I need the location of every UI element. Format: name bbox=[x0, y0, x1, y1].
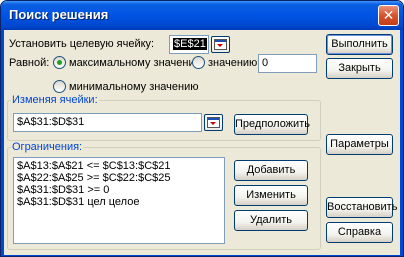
target-ref-button[interactable] bbox=[211, 36, 230, 53]
constraint-item[interactable]: $A$31:$D$31 цел целое bbox=[17, 196, 221, 208]
reset-button[interactable]: Восстановить bbox=[326, 197, 397, 218]
min-radio-label: минимальному значению bbox=[69, 81, 199, 93]
delete-constraint-button[interactable]: Удалить bbox=[234, 210, 308, 231]
value-radio[interactable] bbox=[192, 56, 205, 69]
equal-to-label: Равной: bbox=[9, 57, 50, 69]
window-title: Поиск решения bbox=[9, 7, 109, 22]
constraints-list[interactable]: $A$13:$A$21 <= $C$13:$C$21 $A$22:$A$25 >… bbox=[13, 157, 225, 244]
constraint-item[interactable]: $A$13:$A$21 <= $C$13:$C$21 bbox=[17, 160, 221, 172]
target-cell-value: $E$21 bbox=[173, 38, 207, 50]
window-border-right bbox=[400, 30, 403, 256]
close-button[interactable]: Закрыть bbox=[326, 58, 393, 79]
ref-collapse-icon bbox=[214, 39, 227, 50]
close-icon[interactable]: ✕ bbox=[378, 5, 399, 26]
changing-cells-input[interactable]: $A$31:$D$31 bbox=[13, 113, 202, 132]
changing-ref-button[interactable] bbox=[204, 114, 223, 131]
target-cell-input[interactable]: $E$21 bbox=[169, 35, 209, 54]
change-constraint-button[interactable]: Изменить bbox=[234, 185, 308, 206]
max-radio-label: максимальному значению bbox=[69, 57, 203, 69]
constraints-title: Ограничения: bbox=[11, 141, 84, 153]
min-radio[interactable] bbox=[53, 80, 66, 93]
options-button[interactable]: Параметры bbox=[326, 134, 393, 155]
guess-button[interactable]: Предположить bbox=[234, 114, 310, 135]
max-radio[interactable] bbox=[53, 56, 66, 69]
dialog-client: Установить целевую ячейку: $E$21 Равной:… bbox=[4, 30, 400, 255]
run-button[interactable]: Выполнить bbox=[326, 34, 393, 55]
constraint-item[interactable]: $A$31:$D$31 >= 0 bbox=[17, 184, 221, 196]
ref-collapse-icon bbox=[207, 117, 220, 128]
changing-cells-title: Изменяя ячейки: bbox=[11, 94, 99, 106]
value-radio-label: значению: bbox=[208, 57, 261, 69]
target-cell-label: Установить целевую ячейку: bbox=[9, 38, 155, 50]
help-button[interactable]: Справка bbox=[326, 222, 393, 243]
title-bar[interactable]: Поиск решения ✕ bbox=[1, 1, 403, 30]
value-input[interactable]: 0 bbox=[258, 54, 317, 73]
constraint-item[interactable]: $A$22:$A$25 >= $C$22:$C$25 bbox=[17, 172, 221, 184]
solver-dialog: Поиск решения ✕ Установить целевую ячейк… bbox=[0, 0, 404, 257]
add-constraint-button[interactable]: Добавить bbox=[234, 160, 308, 181]
